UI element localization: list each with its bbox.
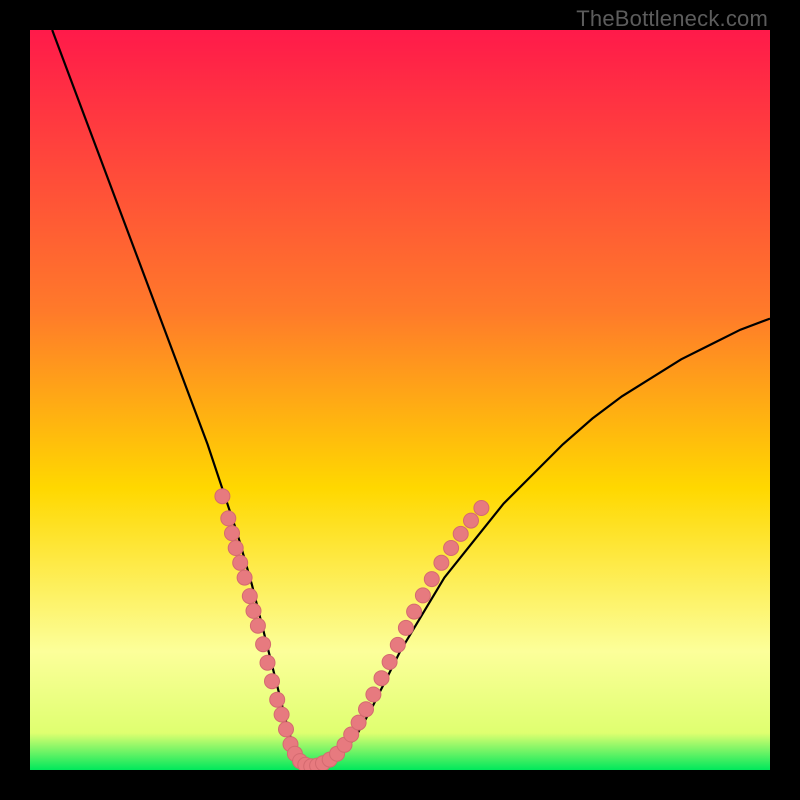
- curve-marker: [407, 604, 422, 619]
- curve-marker: [233, 555, 248, 570]
- curve-marker: [225, 526, 240, 541]
- curve-marker: [434, 555, 449, 570]
- curve-marker: [228, 541, 243, 556]
- curve-marker: [237, 570, 252, 585]
- bottleneck-chart: [30, 30, 770, 770]
- curve-marker: [274, 707, 289, 722]
- curve-marker: [382, 655, 397, 670]
- curve-marker: [444, 541, 459, 556]
- curve-marker: [279, 722, 294, 737]
- curve-marker: [474, 501, 489, 516]
- curve-marker: [265, 674, 280, 689]
- curve-marker: [221, 511, 236, 526]
- curve-marker: [215, 489, 230, 504]
- curve-marker: [464, 513, 479, 528]
- curve-marker: [366, 687, 381, 702]
- curve-marker: [256, 637, 271, 652]
- curve-marker: [374, 671, 389, 686]
- curve-marker: [242, 589, 257, 604]
- watermark-text: TheBottleneck.com: [576, 6, 768, 32]
- curve-marker: [453, 526, 468, 541]
- chart-frame: [30, 30, 770, 770]
- curve-marker: [398, 620, 413, 635]
- curve-marker: [415, 588, 430, 603]
- curve-marker: [246, 603, 261, 618]
- curve-marker: [351, 715, 366, 730]
- gradient-background: [30, 30, 770, 770]
- curve-marker: [250, 618, 265, 633]
- curve-marker: [270, 692, 285, 707]
- curve-marker: [359, 702, 374, 717]
- curve-marker: [260, 655, 275, 670]
- curve-marker: [424, 572, 439, 587]
- curve-marker: [390, 637, 405, 652]
